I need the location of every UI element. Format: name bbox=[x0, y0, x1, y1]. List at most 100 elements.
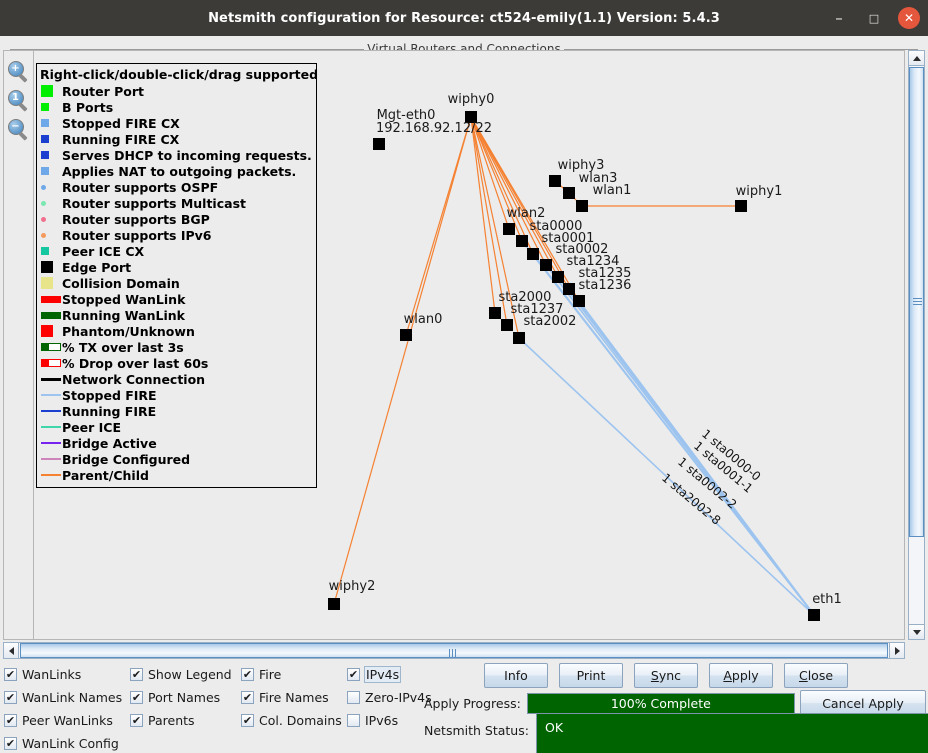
legend-item-label: Phantom/Unknown bbox=[62, 323, 195, 339]
close-icon[interactable]: ✕ bbox=[898, 7, 920, 29]
checkbox-show-legend[interactable]: ✔ Show Legend bbox=[130, 667, 241, 682]
graph-node-sta1235[interactable] bbox=[563, 283, 575, 295]
legend-swatch-icon bbox=[40, 295, 62, 303]
title-bar: Netsmith configuration for Resource: ct5… bbox=[0, 0, 928, 36]
parent-child-connection[interactable] bbox=[470, 116, 534, 255]
graph-node-sta1237[interactable] bbox=[501, 319, 513, 331]
checkmark-icon[interactable]: ✔ bbox=[4, 714, 17, 727]
scroll-down-icon[interactable] bbox=[909, 624, 924, 639]
legend-swatch-icon bbox=[40, 119, 62, 127]
zoom-out-icon[interactable]: − bbox=[7, 119, 30, 141]
graph-node-label: wiphy2 bbox=[329, 579, 376, 594]
graph-node-wlan3[interactable] bbox=[563, 187, 575, 199]
graph-node-wlan1[interactable] bbox=[576, 200, 588, 212]
info-button[interactable]: Info bbox=[484, 663, 548, 688]
checkbox-peer-wanlinks[interactable]: ✔ Peer WanLinks bbox=[4, 713, 130, 728]
legend-item: Stopped WanLink bbox=[40, 291, 313, 307]
checkbox-wanlink-config[interactable]: ✔ WanLink Config bbox=[4, 736, 130, 751]
checkbox-label: WanLink Config bbox=[22, 736, 119, 751]
checkbox-parents[interactable]: ✔ Parents bbox=[130, 713, 241, 728]
close-button[interactable]: Close bbox=[784, 663, 848, 688]
netsmith-canvas[interactable]: 1 sta0000-0 1 sta0001-1 1 sta0002-2 1 sta20… bbox=[33, 50, 905, 640]
scroll-right-icon[interactable] bbox=[889, 643, 904, 658]
sync-button[interactable]: Sync bbox=[634, 663, 698, 688]
apply-button[interactable]: Apply bbox=[709, 663, 773, 688]
netsmith-status-label: Netsmith Status: bbox=[424, 723, 529, 738]
checkmark-icon[interactable]: ✔ bbox=[130, 691, 143, 704]
maximize-button[interactable]: □ bbox=[863, 7, 885, 29]
graph-node-wiphy2[interactable] bbox=[328, 598, 340, 610]
fire-connection[interactable] bbox=[578, 300, 815, 616]
legend-swatch-icon bbox=[40, 232, 62, 238]
graph-node-sta1236[interactable] bbox=[573, 295, 585, 307]
legend-item-label: Stopped WanLink bbox=[62, 291, 186, 307]
button-label: pply bbox=[731, 668, 759, 683]
legend-swatch-icon bbox=[40, 167, 62, 175]
legend-swatch-icon bbox=[40, 325, 62, 337]
button-label: Info bbox=[504, 668, 528, 683]
legend-swatch-icon bbox=[40, 103, 62, 111]
legend-header: Right-click/double-click/drag supported bbox=[40, 67, 319, 82]
legend-item-label: % TX over last 3s bbox=[62, 339, 184, 355]
graph-node-sta2000[interactable] bbox=[489, 307, 501, 319]
legend-panel[interactable]: Right-click/double-click/drag supported … bbox=[36, 63, 319, 488]
checkmark-icon[interactable]: ✔ bbox=[130, 668, 143, 681]
apply-progress-text: 100% Complete bbox=[610, 696, 711, 711]
checkbox-label: Port Names bbox=[148, 690, 221, 705]
checkmark-icon[interactable]: ✔ bbox=[4, 691, 17, 704]
graph-node-label: wlan1 bbox=[593, 183, 632, 198]
checkmark-icon[interactable]: ✔ bbox=[4, 737, 17, 750]
scroll-grip-icon bbox=[449, 647, 459, 658]
graph-node-mgt-eth0[interactable] bbox=[373, 138, 385, 150]
empty-checkbox-icon[interactable] bbox=[347, 714, 360, 727]
empty-checkbox-icon[interactable] bbox=[347, 691, 360, 704]
zoom-in-icon[interactable]: + bbox=[7, 61, 30, 83]
parent-child-connection[interactable] bbox=[333, 116, 472, 605]
checkbox-wanlink-names[interactable]: ✔ WanLink Names bbox=[4, 690, 130, 705]
zoom-reset-icon[interactable]: 1 bbox=[7, 90, 30, 112]
scroll-left-icon[interactable] bbox=[4, 643, 19, 658]
checkmark-icon[interactable]: ✔ bbox=[241, 668, 254, 681]
graph-node-sta0001[interactable] bbox=[527, 248, 539, 260]
graph-node-eth1[interactable] bbox=[808, 609, 820, 621]
checkbox-port-names[interactable]: ✔ Port Names bbox=[130, 690, 241, 705]
legend-item: Serves DHCP to incoming requests. bbox=[40, 147, 313, 163]
graph-node-sta1234[interactable] bbox=[552, 271, 564, 283]
checkbox-fire[interactable]: ✔ Fire bbox=[241, 667, 347, 682]
minimize-button[interactable]: – bbox=[828, 7, 850, 29]
legend-item: Running FIRE CX bbox=[40, 131, 313, 147]
vertical-scrollbar[interactable] bbox=[908, 50, 925, 640]
vertical-scroll-thumb[interactable] bbox=[909, 67, 924, 537]
graph-node-wlan0[interactable] bbox=[400, 329, 412, 341]
parent-child-connection[interactable] bbox=[470, 116, 547, 266]
scroll-up-icon[interactable] bbox=[909, 51, 924, 66]
checkbox-ipv4s[interactable]: ✔ IPv4s bbox=[347, 666, 437, 683]
graph-node-sta2002[interactable] bbox=[513, 332, 525, 344]
legend-item: Peer ICE CX bbox=[40, 243, 313, 259]
print-button[interactable]: Print bbox=[559, 663, 623, 688]
graph-node-sta0000[interactable] bbox=[516, 235, 528, 247]
legend-item-label: Router Port bbox=[62, 83, 144, 99]
legend-item-label: Running WanLink bbox=[62, 307, 185, 323]
checkbox-col-domains[interactable]: ✔ Col. Domains bbox=[241, 713, 347, 728]
checkmark-icon[interactable]: ✔ bbox=[241, 714, 254, 727]
checkbox-fire-names[interactable]: ✔ Fire Names bbox=[241, 690, 347, 705]
checkmark-icon[interactable]: ✔ bbox=[4, 668, 17, 681]
checkmark-icon[interactable]: ✔ bbox=[347, 668, 360, 681]
horizontal-scroll-thumb[interactable] bbox=[20, 643, 888, 658]
graph-node-wlan2[interactable] bbox=[503, 223, 515, 235]
checkbox-label: Fire bbox=[259, 667, 282, 682]
checkmark-icon[interactable]: ✔ bbox=[130, 714, 143, 727]
legend-swatch-icon bbox=[40, 426, 62, 428]
horizontal-scrollbar[interactable] bbox=[3, 642, 905, 659]
graph-node-wiphy3[interactable] bbox=[549, 175, 561, 187]
checkbox-label: IPv6s bbox=[365, 713, 399, 728]
checkmark-icon[interactable]: ✔ bbox=[241, 691, 254, 704]
legend-item: % TX over last 3s bbox=[40, 339, 313, 355]
graph-node-label: sta1236 bbox=[579, 278, 632, 293]
legend-item: Parent/Child bbox=[40, 467, 313, 483]
checkbox-wanlinks[interactable]: ✔ WanLinks bbox=[4, 667, 130, 682]
legend-rows: Router Port B Ports Stopped FIRE CX Running… bbox=[40, 83, 313, 483]
graph-node-wiphy1[interactable] bbox=[735, 200, 747, 212]
graph-node-sta0002[interactable] bbox=[540, 259, 552, 271]
